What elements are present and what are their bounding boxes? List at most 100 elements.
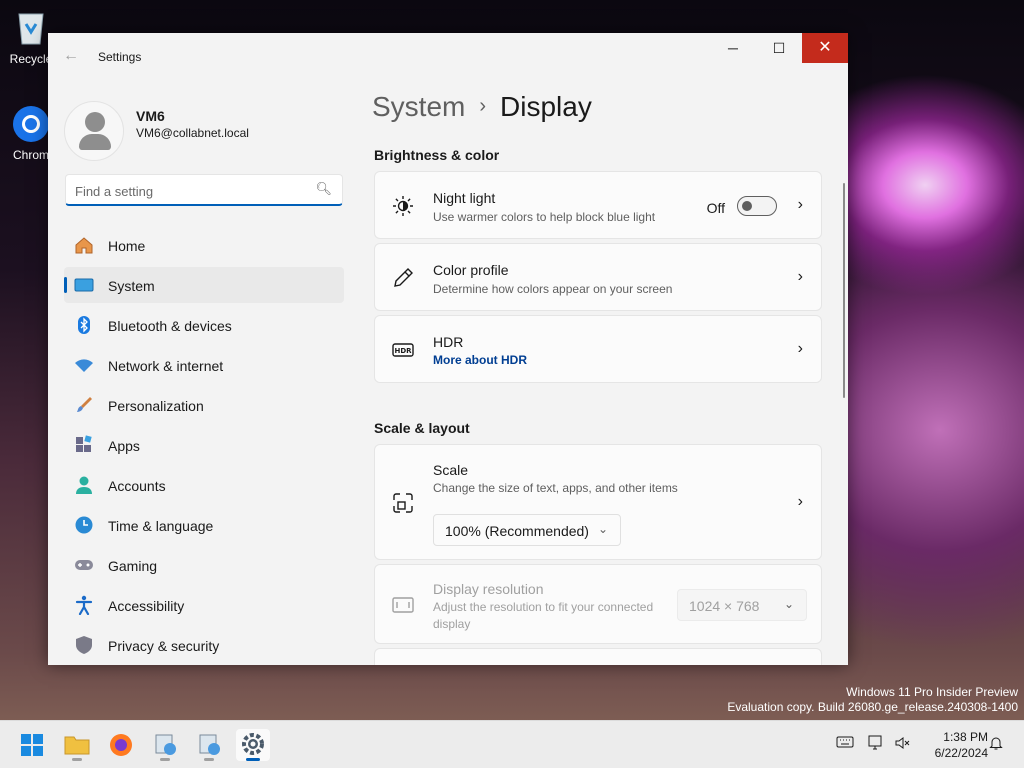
sidebar-item-accounts[interactable]: Accounts: [64, 467, 344, 503]
volume-muted-icon[interactable]: [894, 735, 910, 754]
scale-value: 100% (Recommended): [445, 523, 589, 539]
night-light-toggle[interactable]: [737, 196, 777, 216]
taskbar-settings[interactable]: [236, 729, 270, 761]
sidebar-item-label: Time & language: [108, 518, 214, 534]
page-title: Display: [500, 91, 592, 122]
sidebar-item-label: Gaming: [108, 558, 158, 574]
bluetooth-icon: [78, 316, 90, 334]
hdr-title: HDR: [433, 334, 464, 350]
shield-icon: [76, 636, 92, 654]
chevron-down-icon: ⌄: [783, 597, 794, 611]
color-profile-desc: Determine how colors appear on your scre…: [433, 282, 673, 296]
sidebar-item-label: Apps: [108, 438, 140, 454]
chevron-down-icon: ⌄: [597, 522, 608, 536]
watermark-line-1: Windows 11 Pro Insider Preview: [846, 685, 1018, 699]
taskbar-file-explorer[interactable]: [60, 729, 94, 761]
home-icon: [75, 237, 93, 254]
avatar: [64, 101, 124, 161]
gamepad-icon: [75, 560, 93, 570]
start-button[interactable]: [15, 729, 49, 761]
chevron-right-icon: ›: [797, 268, 803, 285]
accessibility-icon: [75, 595, 93, 615]
sidebar-item-time-language[interactable]: Time & language: [64, 507, 344, 543]
sidebar-item-label: System: [108, 278, 155, 294]
sidebar-item-apps[interactable]: Apps: [64, 427, 344, 463]
hdr-link[interactable]: More about HDR: [433, 353, 527, 367]
breadcrumb: System › Display: [372, 91, 592, 123]
color-profile-card[interactable]: Color profile Determine how colors appea…: [374, 243, 822, 311]
system-icon: [74, 278, 94, 292]
clock-date: 6/22/2024: [934, 746, 988, 760]
chrome-icon: [11, 104, 51, 144]
network-tool-icon: [199, 734, 220, 755]
resolution-icon: [392, 597, 414, 613]
sidebar-item-label: Accounts: [108, 478, 166, 494]
sidebar-item-label: Accessibility: [108, 598, 185, 614]
night-light-title: Night light: [433, 190, 496, 206]
wifi-icon: [75, 359, 93, 372]
display-resolution-card: Display resolution Adjust the resolution…: [374, 564, 822, 644]
sidebar-item-personalization[interactable]: Personalization: [64, 387, 344, 423]
sidebar-item-bluetooth[interactable]: Bluetooth & devices: [64, 307, 344, 343]
clock-time: 1:38 PM: [943, 730, 988, 744]
chevron-right-icon: ›: [797, 493, 803, 510]
sidebar-item-gaming[interactable]: Gaming: [64, 547, 344, 583]
night-light-desc: Use warmer colors to help block blue lig…: [433, 210, 656, 224]
network-tool-icon: [155, 734, 176, 755]
next-card-partial[interactable]: [374, 648, 822, 665]
network-status-icon[interactable]: [868, 735, 886, 754]
sidebar-item-home[interactable]: Home: [64, 227, 344, 263]
chevron-right-icon: ›: [797, 196, 803, 213]
scale-desc: Change the size of text, apps, and other…: [433, 481, 678, 495]
scale-title: Scale: [433, 462, 469, 478]
back-button[interactable]: ←: [60, 47, 82, 67]
brush-icon: [77, 397, 92, 412]
hdr-card[interactable]: HDR HDR More about HDR ›: [374, 315, 822, 383]
section-title-brightness: Brightness & color: [374, 147, 500, 163]
night-light-state: Off: [706, 200, 725, 216]
sidebar-item-network[interactable]: Network & internet: [64, 347, 344, 383]
search-box[interactable]: 🔍︎: [65, 174, 343, 206]
sidebar-item-label: Home: [108, 238, 146, 254]
gear-icon: [242, 733, 264, 755]
scale-card[interactable]: Scale Change the size of text, apps, and…: [374, 444, 822, 560]
chevron-right-icon: ›: [797, 340, 803, 357]
search-icon[interactable]: 🔍︎: [315, 181, 332, 197]
scale-icon: [393, 493, 413, 513]
arrow-left-icon: ←: [63, 47, 79, 64]
svg-text:HDR: HDR: [394, 347, 412, 355]
bell-icon[interactable]: [988, 735, 1004, 754]
sidebar-item-label: Personalization: [108, 398, 204, 414]
section-title-scale: Scale & layout: [374, 420, 470, 436]
sidebar-item-label: Network & internet: [108, 358, 224, 374]
night-light-icon: [393, 196, 413, 216]
user-name: VM6: [136, 108, 165, 124]
eyedropper-icon: [394, 268, 413, 287]
search-input[interactable]: [75, 181, 305, 201]
taskbar-firefox[interactable]: [104, 729, 138, 761]
system-clock[interactable]: 1:38 PM 6/22/2024: [916, 729, 988, 761]
firefox-icon: [110, 734, 132, 756]
night-light-card[interactable]: Night light Use warmer colors to help bl…: [374, 171, 822, 239]
globe-clock-icon: [75, 516, 93, 534]
folder-icon: [64, 736, 90, 755]
hdr-icon: HDR: [392, 343, 414, 357]
resolution-value: 1024 × 768: [689, 598, 760, 614]
person-icon: [85, 112, 105, 132]
breadcrumb-parent[interactable]: System: [372, 91, 465, 122]
sidebar-item-system[interactable]: System: [64, 267, 344, 303]
scale-dropdown[interactable]: 100% (Recommended) ⌄: [433, 514, 621, 546]
display-resolution-desc: Adjust the resolution to fit your connec…: [433, 600, 654, 631]
keyboard-icon[interactable]: [836, 735, 854, 752]
account-icon: [76, 476, 92, 494]
sidebar-item-privacy-security[interactable]: Privacy & security: [64, 627, 344, 663]
sidebar-item-accessibility[interactable]: Accessibility: [64, 587, 344, 623]
taskbar-network-tool-1[interactable]: [148, 729, 182, 761]
scrollbar[interactable]: [843, 183, 845, 398]
taskbar-network-tool-2[interactable]: [192, 729, 226, 761]
sidebar-nav: Home System Bluetooth & devices Network …: [64, 227, 344, 665]
main-content: System › Display Brightness & color Night …: [372, 33, 848, 665]
watermark-line-2: Evaluation copy. Build 26080.ge_release.…: [727, 700, 1018, 714]
apps-icon: [76, 435, 92, 452]
color-profile-title: Color profile: [433, 262, 509, 278]
